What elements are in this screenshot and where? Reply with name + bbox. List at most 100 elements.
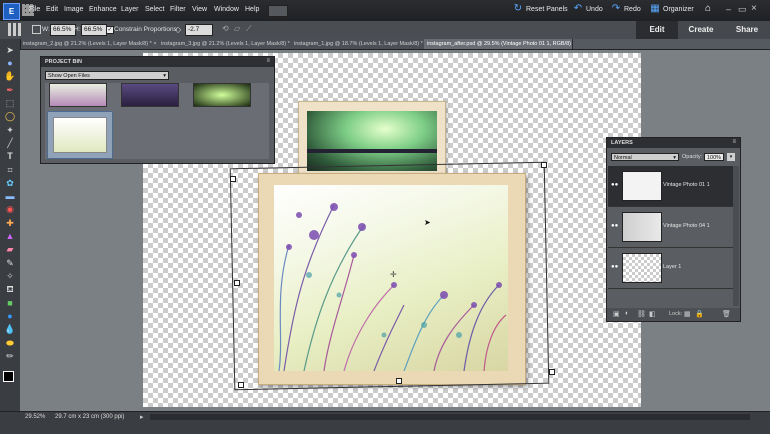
clone-stamp-tool-icon[interactable]: ▲ bbox=[4, 230, 16, 242]
reference-point-icon[interactable] bbox=[8, 23, 22, 36]
lock-transparency-icon[interactable]: ▦ bbox=[684, 310, 691, 318]
width-input[interactable]: 66.5% bbox=[50, 24, 76, 36]
cookie-cutter-tool-icon[interactable]: ✿ bbox=[4, 177, 16, 189]
maximize-icon[interactable]: ▭ bbox=[738, 4, 747, 15]
visibility-eye-icon[interactable]: ●● bbox=[611, 264, 618, 270]
foreground-color-swatch[interactable] bbox=[3, 371, 14, 382]
thumbnail-instagram-after[interactable] bbox=[53, 117, 107, 153]
rotate-left-icon[interactable]: ⟲ bbox=[222, 24, 229, 33]
panel-menu-icon[interactable]: ≡ bbox=[732, 139, 736, 145]
show-files-dropdown[interactable]: Show Open Files ▾ bbox=[45, 71, 169, 80]
straighten-tool-icon[interactable]: ▬ bbox=[4, 190, 16, 202]
doc-tab-instagram-1[interactable]: instagram_1.jpg @ 18.7% (Levels 1, Layer… bbox=[291, 39, 425, 57]
layer-row-vintage-photo-01[interactable]: ●● Vintage Photo 01 1 bbox=[608, 166, 733, 207]
layer-row-layer-1[interactable]: ●● Layer 1 bbox=[608, 248, 733, 289]
angle-input[interactable]: -2.7 bbox=[185, 24, 213, 36]
redo-button[interactable]: Redo bbox=[624, 6, 641, 13]
transform-handle-left[interactable] bbox=[234, 280, 240, 286]
transform-center-icon[interactable]: ✛ bbox=[390, 270, 397, 279]
blend-mode-dropdown[interactable]: Normal ▾ bbox=[611, 153, 679, 161]
paint-bucket-tool-icon[interactable]: ⛾ bbox=[4, 283, 16, 295]
panel-menu-icon[interactable]: ≡ bbox=[266, 58, 270, 64]
skew-icon[interactable]: ▱ bbox=[234, 24, 240, 33]
layer-mask-icon[interactable]: ◧ bbox=[649, 310, 656, 318]
type-tool-icon[interactable]: T bbox=[4, 150, 16, 162]
doc-tab-instagram-3[interactable]: instagram_3.jpg @ 21.2% (Levels 1, Layer… bbox=[158, 39, 292, 57]
opacity-dropdown-icon[interactable]: ▾ bbox=[727, 153, 735, 161]
zoom-level[interactable]: 29.52% bbox=[25, 414, 45, 420]
smart-brush-tool-icon[interactable]: ✧ bbox=[4, 270, 16, 282]
red-eye-tool-icon[interactable]: ◉ bbox=[4, 203, 16, 215]
thumbnail-instagram-1[interactable] bbox=[193, 83, 251, 107]
constrain-checkbox[interactable]: ✓ bbox=[106, 26, 114, 34]
magic-wand-tool-icon[interactable]: ✦ bbox=[4, 124, 16, 136]
thumbnail-instagram-3[interactable] bbox=[121, 83, 179, 107]
doc-tab-instagram-after[interactable]: instagram_after.psd @ 29.5% (Vintage Pho… bbox=[424, 39, 573, 57]
zoom-tool-icon[interactable]: ● bbox=[4, 57, 16, 69]
doc-tab-label: instagram_2.jpg @ 21.2% (Levels 1, Layer… bbox=[23, 41, 152, 47]
document-size: 29.7 cm x 23 cm (300 ppi) bbox=[55, 414, 125, 420]
status-arrow-icon[interactable]: ▸ bbox=[140, 413, 144, 421]
organizer-button[interactable]: Organizer bbox=[663, 6, 694, 13]
transform-handle-tr[interactable] bbox=[541, 162, 547, 168]
pencil-tool-icon[interactable]: ✏ bbox=[4, 350, 16, 362]
selection-brush-tool-icon[interactable]: ╱ bbox=[4, 137, 16, 149]
link-layers-icon[interactable]: ⛓ bbox=[637, 310, 646, 318]
layers-scrollbar[interactable] bbox=[733, 166, 739, 306]
close-icon[interactable]: × bbox=[153, 41, 156, 47]
menu-window[interactable]: Window bbox=[214, 6, 239, 13]
menu-select[interactable]: Select bbox=[145, 6, 164, 13]
hand-tool-icon[interactable]: ✋ bbox=[4, 70, 16, 82]
reset-panels-button[interactable]: Reset Panels bbox=[526, 6, 568, 13]
healing-brush-tool-icon[interactable]: ✚ bbox=[4, 217, 16, 229]
thumbnail-grid bbox=[45, 83, 269, 159]
tab-edit[interactable]: Edit bbox=[636, 21, 678, 39]
thumbnail-selected-frame bbox=[47, 111, 113, 159]
screen-mode-icon[interactable] bbox=[268, 5, 288, 17]
thumbnail-instagram-2[interactable] bbox=[49, 83, 107, 107]
menu-enhance[interactable]: Enhance bbox=[89, 6, 117, 13]
undo-button[interactable]: Undo bbox=[586, 6, 603, 13]
eyedropper-tool-icon[interactable]: ✒ bbox=[4, 84, 16, 96]
tab-share[interactable]: Share bbox=[724, 21, 770, 39]
lock-all-icon[interactable]: 🔒 bbox=[695, 310, 704, 318]
menu-filter[interactable]: Filter bbox=[170, 6, 186, 13]
layer-row-vintage-photo-04[interactable]: ●● Vintage Photo 04 1 bbox=[608, 207, 733, 248]
brush-tool-icon[interactable]: ✎ bbox=[4, 257, 16, 269]
app-logo[interactable]: E bbox=[3, 3, 20, 20]
transform-handle-br[interactable] bbox=[549, 369, 555, 375]
reset-panels-icon: ↻ bbox=[513, 3, 523, 14]
visibility-eye-icon[interactable]: ●● bbox=[611, 223, 618, 229]
doc-tab-instagram-2[interactable]: instagram_2.jpg @ 21.2% (Levels 1, Layer… bbox=[20, 39, 159, 49]
menu-help[interactable]: Help bbox=[245, 6, 259, 13]
crop-tool-icon[interactable]: ⌗ bbox=[4, 164, 16, 176]
menu-file[interactable]: File bbox=[29, 6, 40, 13]
menu-view[interactable]: View bbox=[192, 6, 207, 13]
lasso-tool-icon[interactable]: ◯ bbox=[4, 110, 16, 122]
eraser-tool-icon[interactable]: ▰ bbox=[4, 243, 16, 255]
close-icon[interactable]: × bbox=[751, 3, 757, 14]
new-layer-icon[interactable]: ▣ bbox=[613, 310, 620, 318]
menu-edit[interactable]: Edit bbox=[46, 6, 58, 13]
tab-create[interactable]: Create bbox=[678, 21, 724, 39]
shape-tool-icon[interactable]: ● bbox=[4, 310, 16, 322]
blur-tool-icon[interactable]: 💧 bbox=[4, 323, 16, 335]
visibility-eye-icon[interactable]: ●● bbox=[611, 182, 618, 188]
transform-handle-bl[interactable] bbox=[238, 382, 244, 388]
transform-handle-tl[interactable] bbox=[230, 176, 236, 182]
opacity-input[interactable]: 100% bbox=[704, 153, 724, 161]
new-adjustment-layer-icon[interactable]: ◐ bbox=[625, 310, 629, 317]
minimize-icon[interactable]: – bbox=[726, 4, 731, 14]
move-tool-icon[interactable]: ➤ bbox=[4, 44, 16, 56]
distort-icon[interactable]: ⟋ bbox=[246, 24, 252, 34]
horizontal-scrollbar[interactable] bbox=[150, 414, 750, 420]
trash-icon[interactable]: 🗑 bbox=[722, 310, 731, 318]
menu-layer[interactable]: Layer bbox=[121, 6, 139, 13]
transform-handle-bottom[interactable] bbox=[396, 378, 402, 384]
home-icon[interactable]: ⌂ bbox=[703, 4, 713, 14]
height-input[interactable]: 66.5% bbox=[81, 24, 107, 36]
menu-image[interactable]: Image bbox=[64, 6, 83, 13]
sponge-tool-icon[interactable]: ⬬ bbox=[4, 337, 16, 349]
gradient-tool-icon[interactable]: ■ bbox=[4, 297, 16, 309]
marquee-tool-icon[interactable]: ⬚ bbox=[4, 97, 16, 109]
